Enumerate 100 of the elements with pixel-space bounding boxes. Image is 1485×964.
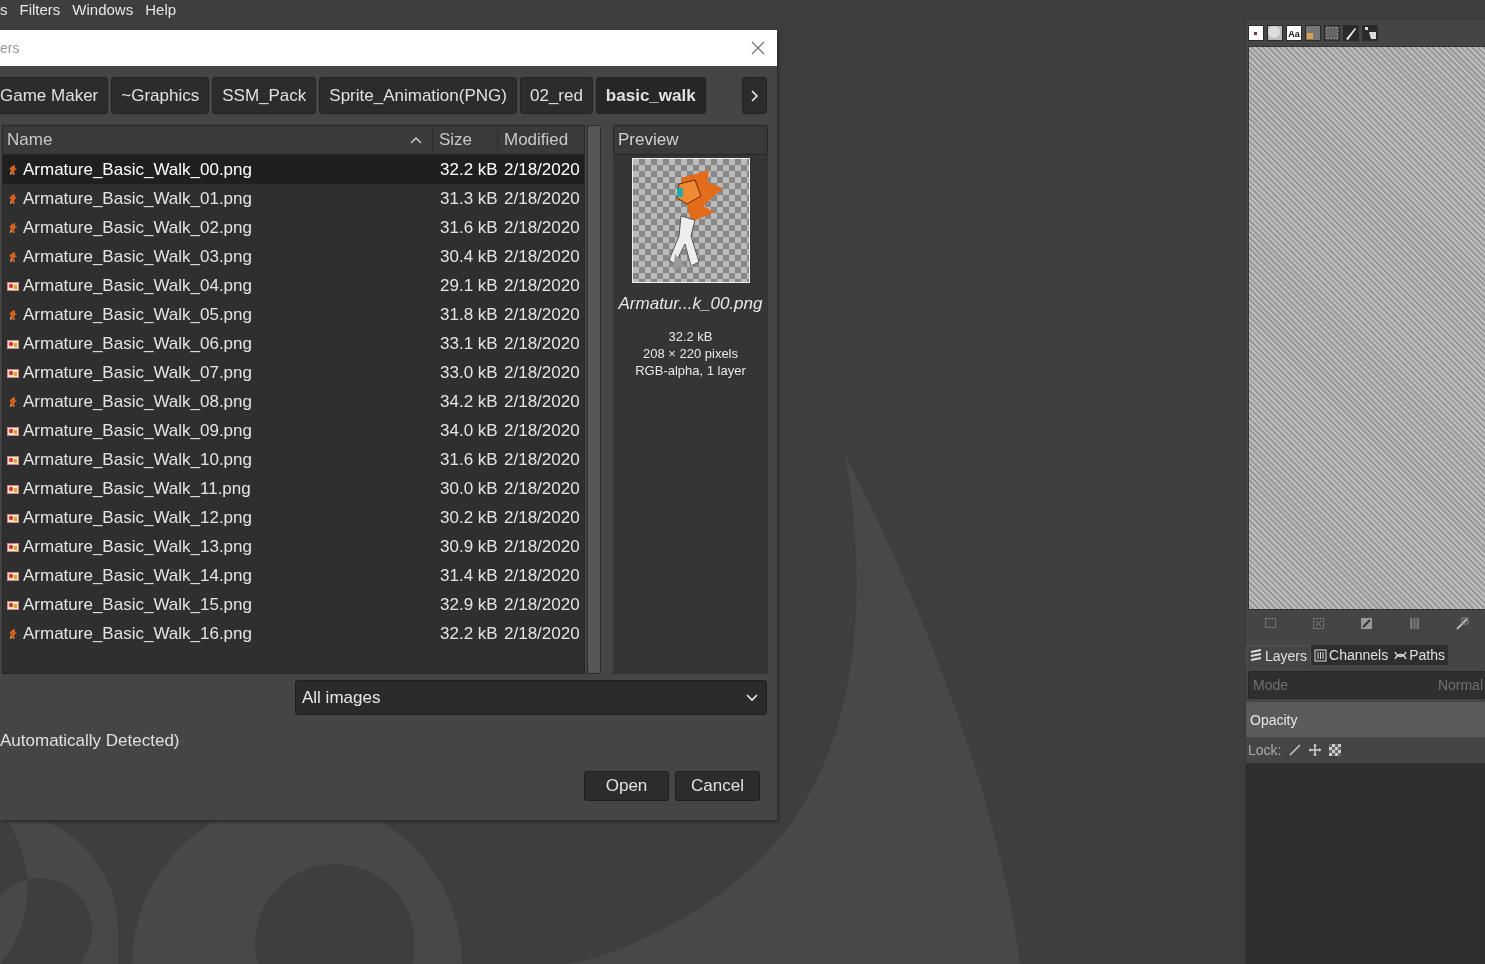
file-row[interactable]: Armature_Basic_Walk_04.png 29.1 kB 2/18/2020 (3, 271, 584, 300)
file-row[interactable]: Armature_Basic_Walk_06.png 33.1 kB 2/18/2020 (3, 329, 584, 358)
file-row[interactable]: Armature_Basic_Walk_08.png 34.2 kB 2/18/2020 (3, 387, 584, 416)
file-row[interactable]: Armature_Basic_Walk_13.png 30.9 kB 2/18/2020 (3, 532, 584, 561)
file-name: Armature_Basic_Walk_13.png (23, 536, 253, 557)
file-name: Armature_Basic_Walk_03.png (23, 246, 253, 267)
font-icon[interactable]: Aa (1286, 25, 1302, 41)
path-button[interactable]: Game Maker (0, 77, 109, 114)
image-file-icon (7, 511, 19, 524)
path-button[interactable]: ~Graphics (111, 77, 210, 114)
file-row[interactable]: Armature_Basic_Walk_09.png 34.0 kB 2/18/2020 (3, 416, 584, 445)
path-button[interactable]: 02_red (519, 77, 593, 114)
lock-label: Lock: (1248, 742, 1282, 758)
file-size: 30.0 kB (440, 478, 499, 499)
file-row[interactable]: Armature_Basic_Walk_05.png 31.8 kB 2/18/2020 (3, 300, 584, 329)
file-size: 32.9 kB (440, 594, 499, 615)
sprite-thumbnail-icon (7, 308, 19, 321)
file-row[interactable]: Armature_Basic_Walk_07.png 33.0 kB 2/18/2020 (3, 358, 584, 387)
pen-icon[interactable] (1455, 616, 1469, 630)
file-row[interactable]: Armature_Basic_Walk_14.png 31.4 kB 2/18/2020 (3, 561, 584, 590)
file-row[interactable]: Armature_Basic_Walk_15.png 32.9 kB 2/18/2020 (3, 590, 584, 619)
file-row[interactable]: Armature_Basic_Walk_16.png 32.2 kB 2/18/2020 (3, 619, 584, 648)
file-modified: 2/18/2020 (504, 275, 581, 296)
scrollbar[interactable] (587, 125, 601, 674)
column-header[interactable]: Name (7, 130, 53, 150)
pattern-icon[interactable] (1305, 25, 1321, 41)
file-modified: 2/18/2020 (504, 304, 581, 325)
menu-item[interactable]: s (0, 0, 8, 18)
sprite-thumbnail-icon (7, 221, 19, 234)
color-swatch-icon[interactable] (1248, 25, 1264, 41)
path-button[interactable]: Sprite_Animation(PNG) (319, 77, 517, 114)
opacity-slider[interactable]: Opacity (1246, 702, 1485, 737)
file-row[interactable]: Armature_Basic_Walk_00.png 32.2 kB 2/18/2020 (3, 155, 584, 184)
dialog-button[interactable]: Cancel (675, 771, 760, 801)
file-row[interactable]: Armature_Basic_Walk_12.png 30.2 kB 2/18/2020 (3, 503, 584, 532)
file-modified: 2/18/2020 (504, 362, 581, 383)
file-row[interactable]: Armature_Basic_Walk_02.png 31.6 kB 2/18/2020 (3, 213, 584, 242)
dock-tab[interactable]: Channels (1311, 645, 1392, 665)
sort-ascending-icon (410, 136, 422, 144)
gradient-icon[interactable] (1267, 25, 1283, 41)
sprite-thumbnail-icon (7, 250, 19, 263)
dock-tab[interactable]: Paths (1391, 645, 1448, 665)
file-filter-dropdown[interactable]: All images (295, 680, 767, 715)
close-icon[interactable] (751, 41, 765, 55)
lock-alpha-icon[interactable] (1329, 744, 1342, 756)
menu-item[interactable]: Filters (19, 0, 61, 18)
path-button[interactable]: basic_walk (595, 77, 706, 114)
file-size: 33.0 kB (440, 362, 499, 383)
selection-icon[interactable] (1324, 25, 1340, 41)
scroll-right-button[interactable] (742, 77, 767, 114)
channels-icon (1314, 648, 1328, 662)
brush-icon[interactable] (1343, 25, 1359, 41)
image-file-icon (7, 598, 19, 611)
image-file-icon (7, 453, 19, 466)
file-name: Armature_Basic_Walk_02.png (23, 217, 253, 238)
preview-heading: Preview (613, 125, 768, 155)
file-size: 32.2 kB (440, 159, 499, 180)
file-size: 31.6 kB (440, 217, 499, 238)
sprite-thumbnail-icon (7, 627, 19, 640)
dialog-button[interactable]: Open (584, 771, 669, 801)
file-size: 32.2 kB (440, 623, 499, 644)
file-name: Armature_Basic_Walk_10.png (23, 449, 253, 470)
column-header[interactable]: Modified (497, 130, 584, 150)
preview-dimensions: 208 × 220 pixels (642, 345, 738, 362)
image-file-icon (7, 569, 19, 582)
dock-tab[interactable]: Layers (1246, 645, 1312, 665)
file-row[interactable]: Armature_Basic_Walk_10.png 31.6 kB 2/18/2020 (3, 445, 584, 474)
file-size: 31.8 kB (440, 304, 499, 325)
lock-position-icon[interactable] (1309, 744, 1322, 756)
file-modified: 2/18/2020 (504, 536, 581, 557)
file-modified: 2/18/2020 (504, 159, 581, 180)
delete-icon[interactable] (1311, 616, 1325, 630)
file-size: 34.2 kB (440, 391, 499, 412)
file-row[interactable]: Armature_Basic_Walk_03.png 30.4 kB 2/18/2020 (3, 242, 584, 271)
preview-image-info: RGB-alpha, 1 layer (635, 362, 746, 379)
menu-item[interactable]: Windows (72, 0, 134, 18)
file-name: Armature_Basic_Walk_04.png (23, 275, 253, 296)
file-name: Armature_Basic_Walk_08.png (23, 391, 253, 412)
file-size: 31.3 kB (440, 188, 499, 209)
sprite-thumbnail-icon (7, 395, 19, 408)
file-name: Armature_Basic_Walk_01.png (23, 188, 253, 209)
lock-pixels-icon[interactable] (1289, 744, 1302, 756)
file-name: Armature_Basic_Walk_09.png (23, 420, 253, 441)
file-modified: 2/18/2020 (504, 217, 581, 238)
image-file-icon (7, 424, 19, 437)
column-header[interactable]: Size (432, 130, 497, 150)
path-button[interactable]: SSM_Pack (212, 77, 317, 114)
file-name: Armature_Basic_Walk_05.png (23, 304, 253, 325)
file-row[interactable]: Armature_Basic_Walk_11.png 30.0 kB 2/18/2020 (3, 474, 584, 503)
preview-file-size: 32.2 kB (668, 328, 713, 345)
file-modified: 2/18/2020 (504, 449, 581, 470)
file-row[interactable]: Armature_Basic_Walk_01.png 31.3 kB 2/18/2020 (3, 184, 584, 213)
edit-icon[interactable] (1359, 616, 1373, 630)
image-file-icon (7, 337, 19, 350)
image-file-icon (7, 366, 19, 379)
preview-filename: Armatur...k_00.png (618, 294, 763, 314)
menu-item[interactable]: Help (145, 0, 177, 18)
layers-icon (1250, 649, 1263, 662)
file-size: 30.9 kB (440, 536, 499, 557)
file-size: 31.4 kB (440, 565, 499, 586)
